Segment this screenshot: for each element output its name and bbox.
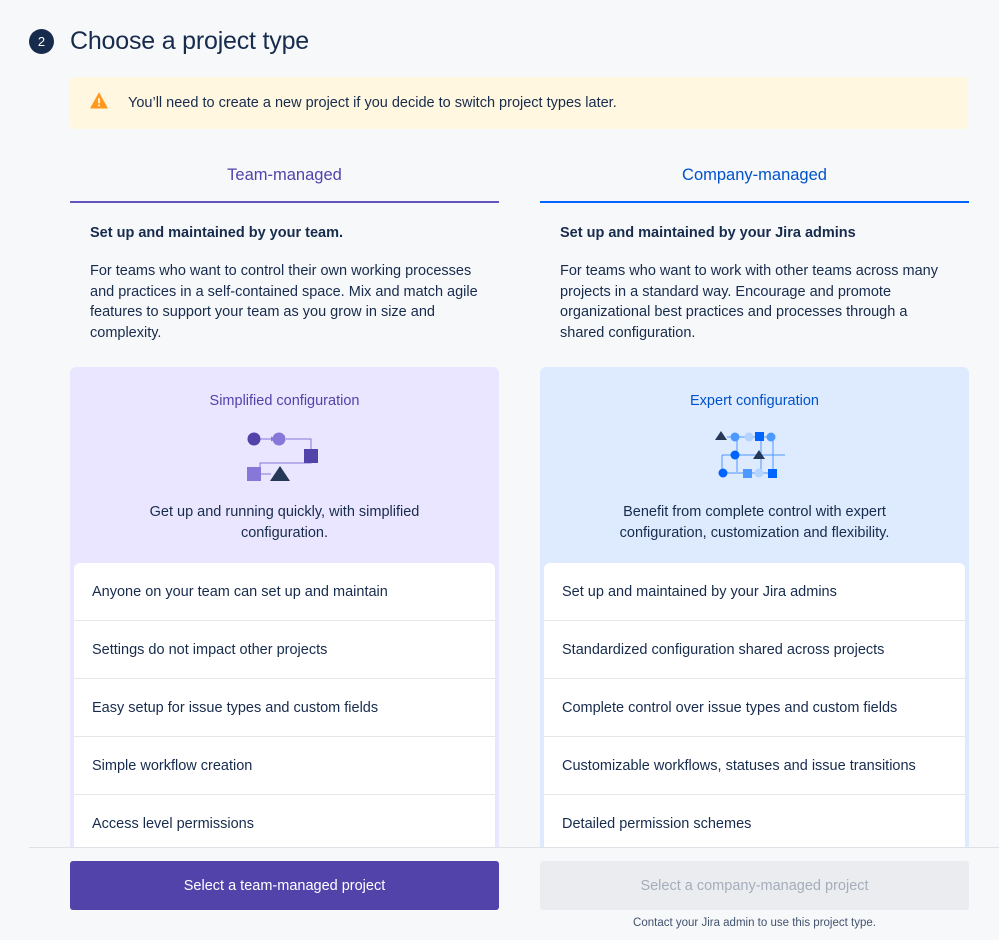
select-team-managed-project-button[interactable]: Select a team-managed project — [70, 861, 499, 910]
team-managed-description: For teams who want to control their own … — [90, 263, 478, 341]
list-item: Simple workflow creation — [74, 737, 495, 795]
simplified-configuration-description: Get up and running quickly, with simplif… — [149, 504, 420, 541]
list-item: Standardized configuration shared across… — [544, 621, 965, 679]
list-item: Customizable workflows, statuses and iss… — [544, 737, 965, 795]
select-company-managed-project-button[interactable]: Select a company-managed project — [540, 861, 969, 910]
team-managed-column: Team-managed Set up and maintained by yo… — [70, 150, 499, 940]
simplified-configuration-title: Simplified configuration — [209, 393, 360, 409]
company-managed-column: Company-managed Set up and maintained by… — [540, 150, 969, 940]
admin-contact-note: Contact your Jira admin to use this proj… — [633, 917, 876, 929]
list-item: Complete control over issue types and cu… — [544, 679, 965, 737]
list-item: Set up and maintained by your Jira admin… — [544, 563, 965, 621]
tab-team-managed[interactable]: Team-managed — [70, 150, 499, 203]
list-item: Easy setup for issue types and custom fi… — [74, 679, 495, 737]
company-managed-heading: Set up and maintained by your Jira admin… — [560, 225, 856, 241]
step-header: 2 Choose a project type — [29, 27, 309, 56]
company-managed-description: For teams who want to work with other te… — [560, 263, 938, 341]
step-number-badge: 2 — [29, 29, 54, 54]
list-item: Detailed permission schemes — [544, 795, 965, 853]
expert-workflow-illustration-icon — [714, 427, 795, 487]
team-managed-feature-list: Anyone on your team can set up and maint… — [74, 563, 495, 853]
team-managed-heading: Set up and maintained by your team. — [90, 225, 343, 241]
expert-configuration-description: Benefit from complete control with exper… — [619, 504, 890, 541]
warning-banner: You’ll need to create a new project if y… — [70, 77, 968, 129]
warning-text: You’ll need to create a new project if y… — [128, 95, 617, 111]
company-managed-feature-list: Set up and maintained by your Jira admin… — [544, 563, 965, 853]
warning-icon — [90, 92, 108, 115]
simplified-workflow-illustration-icon — [245, 427, 325, 487]
list-item: Settings do not impact other projects — [74, 621, 495, 679]
team-managed-description-block: Set up and maintained by your team. For … — [70, 203, 499, 367]
company-managed-description-block: Set up and maintained by your Jira admin… — [540, 203, 969, 367]
expert-configuration-title: Expert configuration — [690, 393, 819, 409]
page-title: Choose a project type — [70, 27, 310, 55]
list-item: Access level permissions — [74, 795, 495, 853]
list-item: Anyone on your team can set up and maint… — [74, 563, 495, 621]
tab-company-managed[interactable]: Company-managed — [540, 150, 969, 203]
